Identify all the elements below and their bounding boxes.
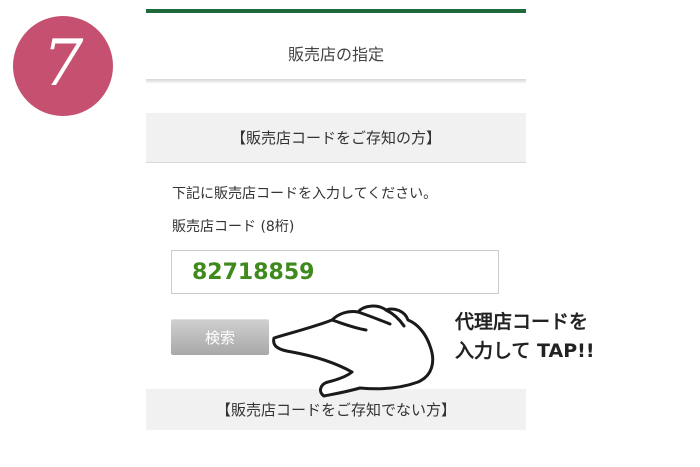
- store-code-label: 販売店コード (8桁): [172, 219, 295, 235]
- callout-line-2: 入力して TAP!!: [455, 340, 595, 363]
- callout-line-1: 代理店コードを: [455, 311, 589, 333]
- step-badge: 7: [13, 16, 113, 116]
- callout-text: 代理店コードを 入力して TAP!!: [455, 308, 595, 367]
- section-header-known-code: 【販売店コードをご存知の方】: [146, 113, 526, 163]
- page-title: 販売店の指定: [287, 45, 384, 64]
- search-button[interactable]: 検索: [171, 319, 269, 355]
- step-number: 7: [42, 27, 84, 101]
- title-divider: [146, 79, 526, 84]
- pointing-hand-icon: [272, 304, 435, 398]
- top-accent-bar: [146, 9, 526, 13]
- store-code-input[interactable]: [171, 250, 499, 294]
- instruction-text: 下記に販売店コードを入力してください。: [172, 186, 438, 202]
